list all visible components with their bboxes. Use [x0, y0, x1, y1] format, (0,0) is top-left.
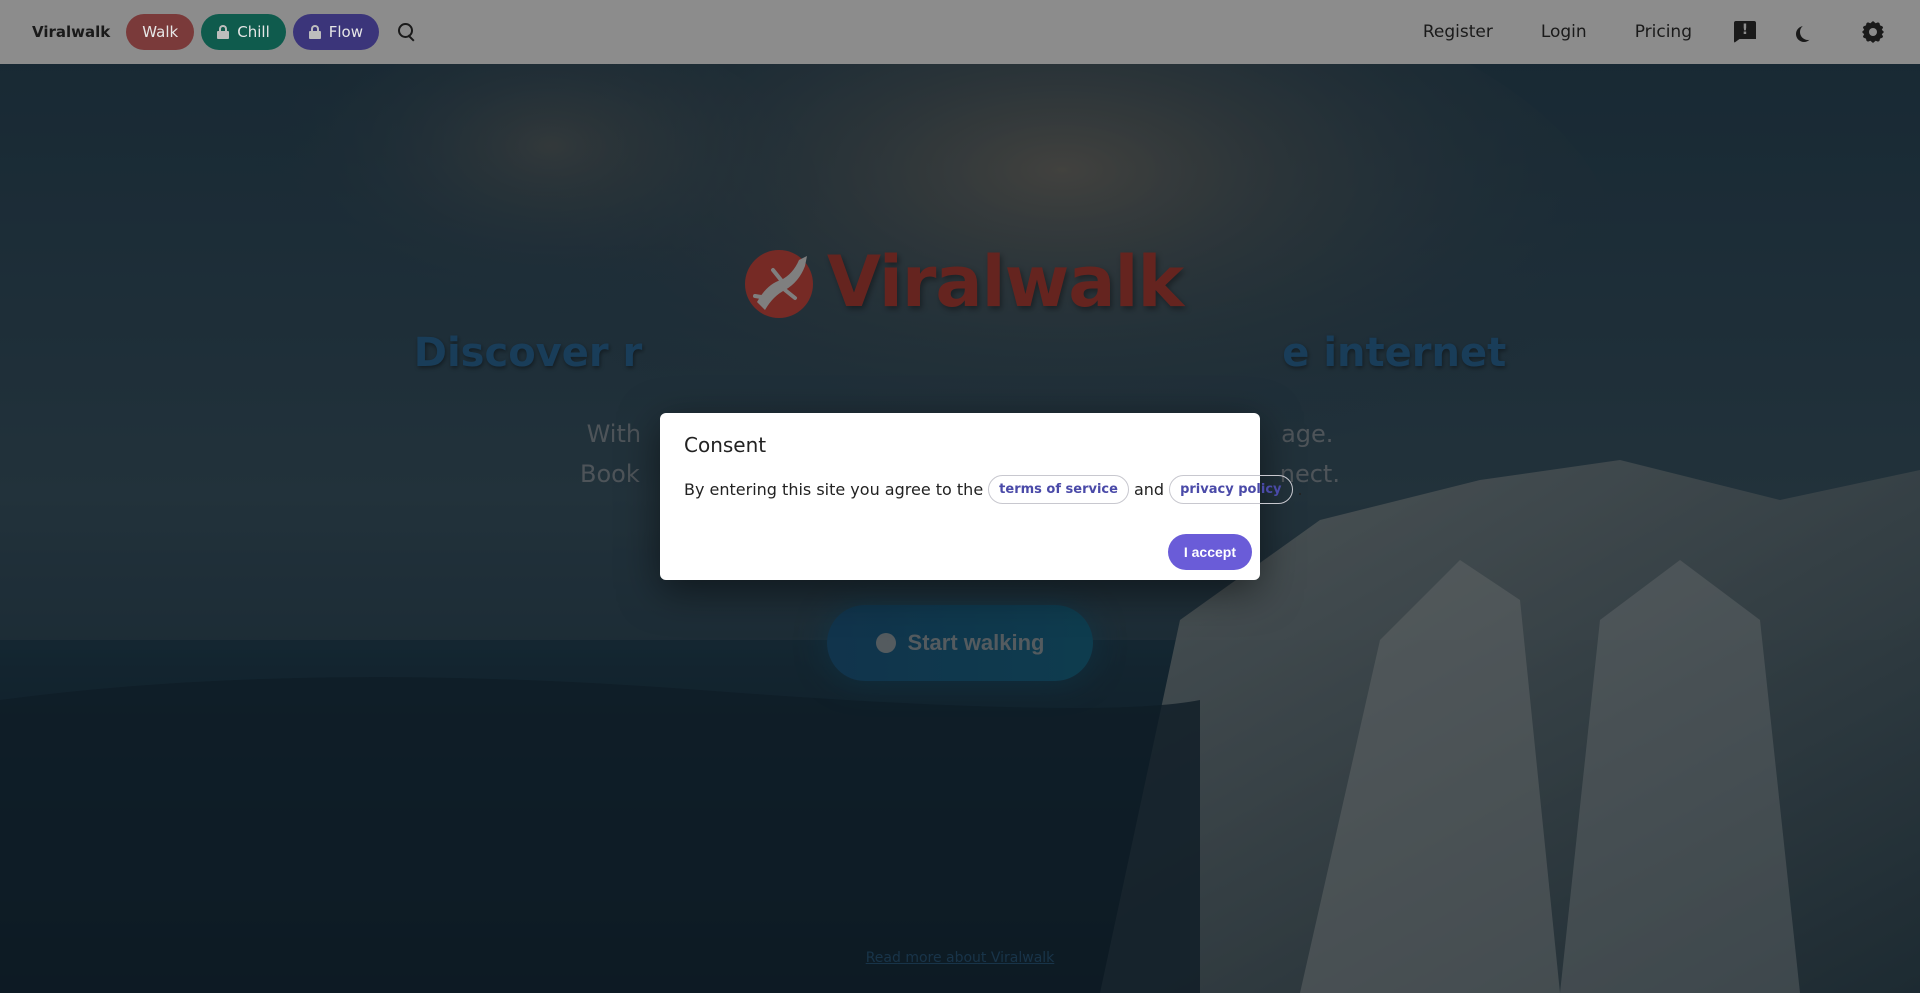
- privacy-policy-link[interactable]: privacy policy: [1169, 475, 1293, 504]
- mode-walk-button[interactable]: Walk: [126, 14, 195, 50]
- login-link[interactable]: Login: [1541, 22, 1587, 42]
- accept-button[interactable]: I accept: [1167, 534, 1252, 570]
- register-link[interactable]: Register: [1423, 22, 1493, 42]
- consent-period: .: [1297, 480, 1303, 499]
- nav-right-group: Register Login Pricing: [1375, 21, 1920, 43]
- lock-icon: [308, 25, 321, 39]
- lock-icon: [217, 25, 230, 39]
- terms-of-service-link[interactable]: terms of service: [988, 475, 1129, 504]
- brand-link[interactable]: Viralwalk: [32, 23, 110, 41]
- pricing-link[interactable]: Pricing: [1635, 22, 1692, 42]
- mode-chill-button[interactable]: Chill: [201, 14, 286, 50]
- feedback-icon[interactable]: [1734, 21, 1756, 43]
- consent-text-before: By entering this site you agree to the: [684, 480, 984, 499]
- mode-chill-label: Chill: [237, 23, 270, 41]
- search-icon[interactable]: [396, 21, 418, 43]
- top-navbar: Viralwalk Walk Chill Flow Register Login…: [0, 0, 1920, 64]
- mode-walk-label: Walk: [142, 23, 179, 41]
- settings-gear-icon[interactable]: [1862, 21, 1884, 43]
- mode-flow-label: Flow: [328, 23, 363, 41]
- consent-dialog: Consent By entering this site you agree …: [660, 413, 1303, 580]
- consent-title: Consent: [684, 433, 767, 457]
- dark-mode-icon[interactable]: [1798, 21, 1820, 43]
- consent-text: By entering this site you agree to the t…: [684, 475, 1303, 504]
- mode-flow-button[interactable]: Flow: [292, 14, 379, 50]
- consent-and-text: and: [1133, 480, 1165, 499]
